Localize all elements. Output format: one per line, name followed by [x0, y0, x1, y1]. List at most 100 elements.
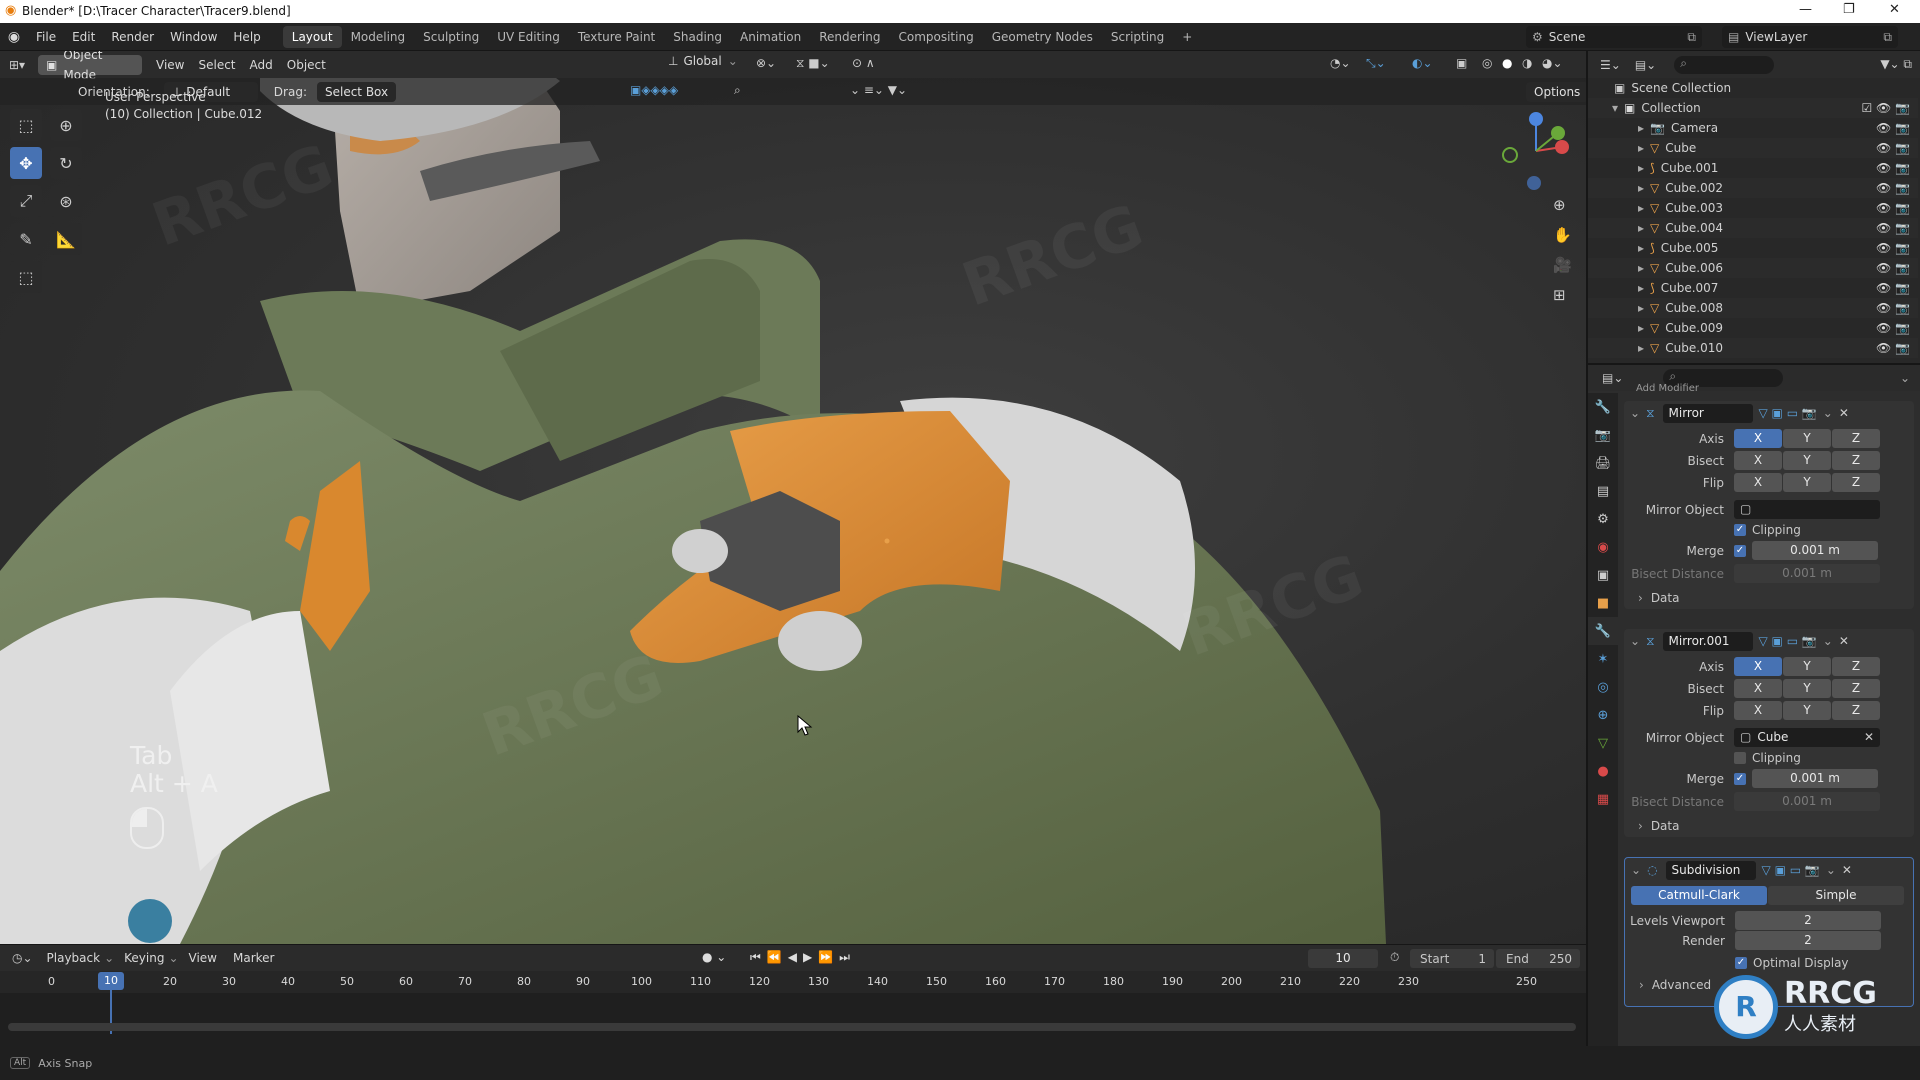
texture-tab-icon[interactable]: ▦	[1588, 785, 1618, 813]
expand-arrow-icon[interactable]: ▸	[1638, 241, 1644, 255]
menu-select[interactable]: Select	[198, 58, 235, 72]
menu-edit[interactable]: Edit	[64, 23, 103, 51]
select-mode-icons[interactable]: ▣◈◈◈◈	[630, 83, 678, 97]
bisect-y-toggle[interactable]: Y	[1783, 451, 1831, 470]
visibility-toggles[interactable]: 👁 📷	[1876, 201, 1910, 215]
merge-checkbox[interactable]: ✓	[1734, 544, 1746, 557]
flip-z-toggle[interactable]: Z	[1832, 701, 1880, 720]
close-window-button[interactable]: ✕	[1889, 2, 1900, 17]
transform-orientation[interactable]: ⊥ Global ⌄	[668, 54, 738, 68]
collapse-arrow-icon[interactable]: ⌄	[1630, 634, 1640, 648]
visibility-toggles[interactable]: 👁 📷	[1876, 221, 1910, 235]
data-subpanel-label[interactable]: Data	[1651, 819, 1680, 833]
modifier-name-field[interactable]: Mirror	[1662, 403, 1753, 423]
outliner-item[interactable]: ▸ ▽ Cube.002 👁 📷	[1588, 178, 1918, 198]
tab-rendering[interactable]: Rendering	[810, 26, 889, 48]
transform-tool[interactable]: ⊛	[50, 185, 82, 217]
outliner-item[interactable]: ▸ ▽ Cube.004 👁 📷	[1588, 218, 1918, 238]
minimize-button[interactable]: —	[1799, 2, 1812, 17]
menu-playback[interactable]: Playback	[47, 951, 101, 965]
clear-icon[interactable]: ✕	[1864, 728, 1874, 747]
collection-row[interactable]: ▾ ▣ Collection ☑ 👁 📷	[1588, 98, 1918, 118]
data-tab-icon[interactable]: ▽	[1588, 729, 1618, 757]
tab-sculpting[interactable]: Sculpting	[414, 26, 488, 48]
expand-arrow-icon[interactable]: ▸	[1638, 161, 1644, 175]
editor-type-icon[interactable]: ⊞▾	[0, 58, 34, 72]
expand-arrow-icon[interactable]: ›	[1639, 978, 1644, 992]
tab-shading[interactable]: Shading	[664, 26, 731, 48]
end-frame-field[interactable]: End 250	[1496, 949, 1580, 968]
bisect-distance-field[interactable]: 0.001 m	[1734, 792, 1880, 811]
object-tab-icon[interactable]: ■	[1588, 589, 1618, 617]
outliner-item[interactable]: ▸ ▽ Cube.008 👁 📷	[1588, 298, 1918, 318]
modifier-name-field[interactable]: Subdivision	[1665, 860, 1756, 880]
expand-arrow-icon[interactable]: ▸	[1638, 301, 1644, 315]
mirror-object-field[interactable]: ▢	[1734, 500, 1880, 519]
view-layer-tab-icon[interactable]: ▤	[1588, 477, 1618, 505]
expand-arrow-icon[interactable]: ▸	[1638, 141, 1644, 155]
wireframe-shading-icon[interactable]: ◎	[1482, 56, 1492, 70]
add-workspace-button[interactable]: +	[1173, 26, 1201, 48]
perspective-toggle-icon[interactable]: ⊞	[1553, 286, 1566, 304]
visibility-toggles[interactable]: 👁 📷	[1876, 141, 1910, 155]
outliner-item[interactable]: ▸ ▽ Cube 👁 📷	[1588, 138, 1918, 158]
remove-modifier-icon[interactable]: ✕	[1839, 406, 1849, 420]
expand-arrow-icon[interactable]: ▸	[1638, 121, 1644, 135]
bisect-z-toggle[interactable]: Z	[1832, 451, 1880, 470]
menu-file[interactable]: File	[28, 23, 64, 51]
bisect-x-toggle[interactable]: X	[1734, 679, 1782, 698]
visibility-toggles[interactable]: 👁 📷	[1876, 341, 1910, 355]
tab-animation[interactable]: Animation	[731, 26, 810, 48]
particles-tab-icon[interactable]: ✶	[1588, 645, 1618, 673]
expand-arrow-icon[interactable]: ▸	[1638, 201, 1644, 215]
move-tool[interactable]: ✥	[10, 147, 42, 179]
playback-controls[interactable]: ⏮⏪◀▶⏩⏭	[750, 950, 856, 965]
axis-y-toggle[interactable]: Y	[1783, 429, 1831, 448]
menu-keying[interactable]: Keying	[124, 951, 164, 965]
merge-distance-field[interactable]: 0.001 m	[1752, 541, 1878, 560]
navigation-gizmo[interactable]	[1496, 111, 1576, 191]
playhead-frame[interactable]: 10	[98, 972, 124, 990]
collection-tab-icon[interactable]: ▣	[1588, 561, 1618, 589]
annotate-tool[interactable]: ✎	[10, 223, 42, 255]
select-box-tool[interactable]: ⬚	[10, 109, 42, 141]
advanced-subpanel-label[interactable]: Advanced	[1652, 978, 1711, 992]
menu-help[interactable]: Help	[225, 23, 268, 51]
visibility-toggles[interactable]: 👁 📷	[1876, 301, 1910, 315]
modifier-menu-icon[interactable]: ⌄	[1823, 406, 1833, 420]
expand-arrow-icon[interactable]: ▸	[1638, 221, 1644, 235]
timer-icon[interactable]: ⏱	[1390, 950, 1399, 965]
scale-tool[interactable]: ⤢	[10, 185, 42, 217]
catmull-clark-toggle[interactable]: Catmull-Clark	[1631, 886, 1767, 905]
visibility-toggles[interactable]: 👁 📷	[1876, 121, 1910, 135]
axis-y-toggle[interactable]: Y	[1783, 657, 1831, 676]
drag-dropdown[interactable]: Select Box	[316, 81, 397, 102]
outliner-editor-icon[interactable]: ☰⌄	[1600, 58, 1621, 72]
outliner-item[interactable]: ▸ 📷 Camera 👁 📷	[1588, 118, 1918, 138]
timeline-track[interactable]: 0 10 20 30 40 50 60 70 80 90 100 110 120…	[0, 971, 1586, 1047]
menu-view[interactable]: View	[156, 58, 184, 72]
tab-uv-editing[interactable]: UV Editing	[488, 26, 569, 48]
outliner-search-input[interactable]: ⌕	[1674, 55, 1775, 74]
outliner-item[interactable]: ▸ ▽ Cube.010 👁 📷	[1588, 338, 1918, 358]
mirror-object-field[interactable]: ▢ Cube ✕	[1734, 728, 1880, 747]
axis-z-toggle[interactable]: Z	[1832, 429, 1880, 448]
visibility-toggles[interactable]: 👁 📷	[1876, 181, 1910, 195]
blender-menu-icon[interactable]: ◉	[0, 29, 28, 45]
camera-view-icon[interactable]: 🎥	[1553, 256, 1572, 274]
tab-geometry-nodes[interactable]: Geometry Nodes	[983, 26, 1102, 48]
flip-x-toggle[interactable]: X	[1734, 473, 1782, 492]
visibility-icon[interactable]: ◔⌄	[1330, 56, 1351, 70]
outliner-item[interactable]: ▸ ⟆ Cube.007 👁 📷	[1588, 278, 1918, 298]
snap-icon[interactable]: ⧖ ■⌄	[796, 56, 830, 71]
rendered-shading-icon[interactable]: ◕⌄	[1542, 56, 1563, 70]
modifier-menu-icon[interactable]: ⌄	[1826, 863, 1836, 877]
overlay-toggle-icon[interactable]: ◐⌄	[1412, 56, 1433, 70]
world-tab-icon[interactable]: ◉	[1588, 533, 1618, 561]
chevron-down-icon[interactable]: ⌄	[1900, 371, 1910, 385]
new-view-layer-icon[interactable]: ⧉	[1883, 30, 1898, 45]
outliner-item[interactable]: ▸ ▽ Cube.003 👁 📷	[1588, 198, 1918, 218]
visibility-toggles[interactable]: 👁 📷	[1876, 161, 1910, 175]
modifier-toggles[interactable]: ▽ ▣ ▭ 📷	[1759, 406, 1817, 420]
axis-z-toggle[interactable]: Z	[1832, 657, 1880, 676]
